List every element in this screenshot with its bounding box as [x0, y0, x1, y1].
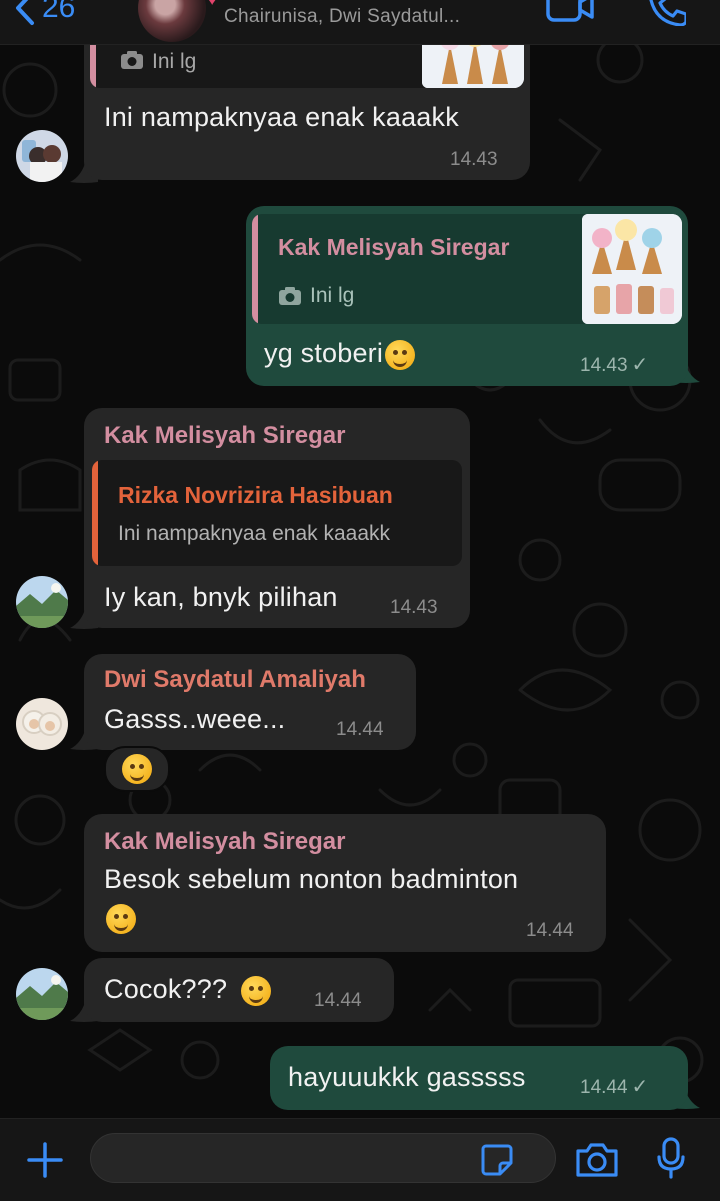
sender-name[interactable]: Dwi Saydatul Amaliyah [104, 666, 366, 694]
message-text: hayuuukkk gasssss [288, 1062, 526, 1092]
message-time: 14.44 [314, 990, 362, 1011]
quote-text: Ini lg [152, 50, 197, 73]
message-time: 14.43 [450, 149, 498, 170]
chat-header: 26 ♥ Chairunisa, Dwi Saydatul... [0, 0, 720, 45]
avatar[interactable] [16, 130, 68, 182]
voice-call-button[interactable] [646, 0, 688, 31]
face-with-hand-over-mouth-emoji [106, 904, 136, 934]
message-reaction[interactable] [104, 746, 170, 792]
message-text: Iy kan, bnyk pilihan [104, 582, 338, 612]
avatar[interactable] [16, 576, 68, 628]
quote-sender-name: Rizka Novrizira Hasibuan [118, 482, 393, 508]
message-bubble[interactable]: Dwi Saydatul Amaliyah Gasss..weee... 14.… [84, 654, 416, 750]
camera-icon [279, 287, 301, 305]
message-time: 14.43 [390, 597, 438, 618]
quoted-message[interactable]: Rizka Novrizira Hasibuan Ini nampaknyaa … [92, 460, 462, 566]
sticker-button[interactable] [480, 1143, 514, 1182]
message-text: Besok sebelum nonton badminton [104, 864, 519, 894]
group-avatar[interactable] [138, 0, 206, 42]
quote-bar [252, 214, 258, 324]
quoted-message[interactable]: Kak Melisyah Siregar Ini lg [252, 214, 682, 324]
sticker-icon [481, 1144, 513, 1176]
avatar[interactable] [16, 968, 68, 1020]
heart-icon: ♥ [208, 0, 217, 8]
message-text: yg stoberi [264, 338, 416, 370]
checkmark-icon: ✓ [631, 354, 649, 376]
group-members-subtitle[interactable]: Chairunisa, Dwi Saydatul... [224, 6, 460, 28]
message-time: 14.44 [336, 719, 384, 740]
microphone-button[interactable] [656, 1137, 686, 1186]
message-bubble[interactable]: Kak Melisyah Siregar Besok sebelum nonto… [84, 814, 606, 952]
message-input-bar [0, 1118, 720, 1201]
sender-name[interactable]: Kak Melisyah Siregar [104, 828, 345, 856]
message-time: 14.43 ✓ [580, 352, 648, 377]
message-bubble[interactable]: Cocok??? 14.44 [84, 958, 394, 1022]
message-bubble[interactable]: Kak Melisyah Siregar Ini lg yg stoberi 1… [246, 206, 688, 386]
drooling-face-emoji [385, 339, 416, 370]
camera-icon [121, 51, 143, 69]
message-text: Ini nampaknyaa enak kaaakk [104, 102, 459, 132]
quote-photo-thumbnail [582, 214, 682, 324]
message-text-content: Cocok??? [104, 974, 228, 1004]
sender-name[interactable]: Kak Melisyah Siregar [104, 422, 345, 450]
message-time: 14.44 ✓ [580, 1074, 648, 1099]
rolling-on-the-floor-laughing-emoji [240, 975, 271, 1006]
attach-button[interactable] [26, 1141, 64, 1184]
video-call-icon [546, 0, 594, 22]
message-text: Cocok??? [104, 974, 271, 1006]
message-time: 14.44 [526, 920, 574, 941]
video-call-button[interactable] [546, 0, 596, 31]
quote-sender-name: Kak Melisyah Siregar [278, 234, 510, 260]
face-with-tears-of-joy-emoji [122, 754, 152, 784]
plus-icon [27, 1142, 63, 1178]
back-button[interactable]: 26 [14, 0, 75, 26]
message-time-value: 14.44 [580, 1077, 628, 1098]
camera-icon [576, 1143, 618, 1177]
avatar[interactable] [16, 698, 68, 750]
camera-button[interactable] [574, 1139, 620, 1184]
microphone-icon [657, 1137, 685, 1179]
message-bubble[interactable]: Kak Melisyah Siregar Rizka Novrizira Has… [84, 408, 470, 628]
unread-count: 26 [42, 0, 76, 24]
quote-text: Ini lg [310, 284, 355, 307]
message-time-value: 14.43 [580, 355, 628, 376]
phone-icon [649, 0, 688, 27]
checkmark-icon: ✓ [631, 1076, 649, 1098]
quote-bar [92, 460, 98, 566]
quote-text: Ini nampaknyaa enak kaaakk [118, 522, 391, 545]
message-text: Gasss..weee... [104, 704, 286, 734]
message-bubble[interactable]: hayuuukkk gasssss 14.44 ✓ [270, 1046, 688, 1110]
chevron-left-icon [16, 0, 34, 25]
message-text-content: yg stoberi [264, 338, 384, 368]
